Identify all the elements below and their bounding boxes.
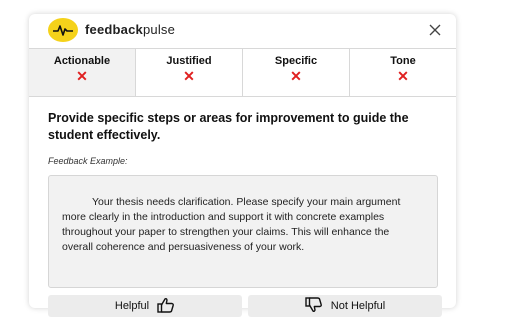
criteria-tabs: Actionable ✕ Justified ✕ Specific ✕ Tone… [29, 48, 456, 97]
helpful-button[interactable]: Helpful [48, 295, 242, 317]
helpful-label: Helpful [114, 300, 150, 312]
thumbs-up-icon [157, 297, 175, 316]
not-helpful-button[interactable]: Not Helpful [248, 295, 442, 317]
tab-specific[interactable]: Specific ✕ [243, 49, 350, 96]
tab-actionable[interactable]: Actionable ✕ [29, 49, 136, 96]
tab-label: Tone [390, 55, 416, 67]
example-label: Feedback Example: [48, 156, 128, 166]
thumbs-down-icon [305, 296, 323, 316]
brand-name-part2: pulse [142, 22, 176, 37]
fail-icon: ✕ [76, 68, 88, 84]
feedback-example-text: Your thesis needs clarification. Please … [48, 175, 438, 288]
tab-tone[interactable]: Tone ✕ [350, 49, 456, 96]
close-icon[interactable] [427, 22, 443, 38]
card-header: feedbackpulse [29, 14, 456, 48]
fail-icon: ✕ [183, 68, 195, 84]
pulse-wave-icon [48, 18, 78, 42]
feedback-card: feedbackpulse Actionable ✕ Justified ✕ S… [29, 14, 456, 317]
tab-label: Specific [274, 55, 318, 67]
fail-icon: ✕ [397, 68, 409, 84]
not-helpful-label: Not Helpful [330, 300, 386, 312]
tab-label: Actionable [53, 55, 111, 67]
tab-label: Justified [166, 55, 212, 67]
guidance-heading: Provide specific steps or areas for impr… [48, 111, 409, 142]
brand-name-part1: feedback [85, 22, 143, 37]
brand-name: feedbackpulse [85, 22, 175, 37]
fail-icon: ✕ [290, 68, 302, 84]
tab-justified[interactable]: Justified ✕ [136, 49, 243, 96]
